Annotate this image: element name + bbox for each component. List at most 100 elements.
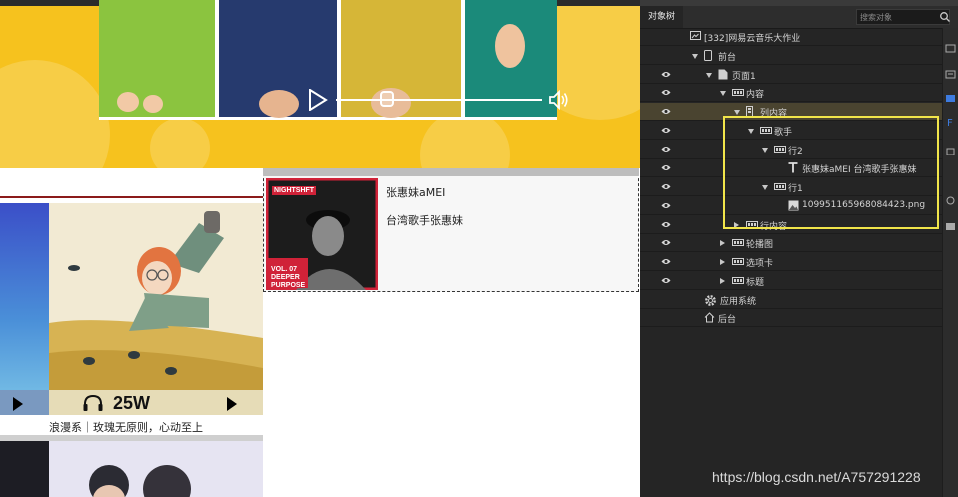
visibility-eye-icon[interactable] xyxy=(661,146,671,153)
visibility-eye-icon[interactable] xyxy=(661,89,671,96)
expand-arrow-down-icon[interactable] xyxy=(692,53,698,59)
tab-object-tree[interactable]: 对象树 xyxy=(640,6,684,28)
tree-row-label: 页面1 xyxy=(732,71,756,82)
tree-row-label: 行2 xyxy=(788,146,803,157)
play-icon[interactable] xyxy=(308,89,328,111)
section-divider xyxy=(0,196,263,198)
playlist-card-cover[interactable] xyxy=(0,441,49,497)
tree-row[interactable]: 应用系统 xyxy=(640,291,942,309)
music-player-controls xyxy=(300,86,580,114)
lock-icon[interactable] xyxy=(945,146,956,155)
expand-arrow-right-icon[interactable] xyxy=(720,259,725,265)
tree-row[interactable]: 前台 xyxy=(640,47,942,65)
tree-row[interactable]: 列内容 xyxy=(640,103,942,121)
properties-side-toolbar: F xyxy=(942,28,958,497)
expand-arrow-right-icon[interactable] xyxy=(720,240,725,247)
visibility-eye-icon[interactable] xyxy=(661,71,671,78)
visibility-eye-icon[interactable] xyxy=(661,221,671,228)
search-icon[interactable] xyxy=(939,11,951,23)
frame-icon xyxy=(774,145,786,156)
style-icon[interactable] xyxy=(945,94,956,103)
frame-icon xyxy=(732,239,744,249)
singer-name[interactable]: 张惠妹aMEI xyxy=(386,184,445,200)
tree-row-label: 标题 xyxy=(746,277,765,288)
visibility-eye-icon[interactable] xyxy=(661,202,671,209)
visibility-eye-icon[interactable] xyxy=(661,258,671,265)
expand-arrow-down-icon[interactable] xyxy=(762,185,768,190)
tree-row[interactable]: 歌手 xyxy=(640,122,942,140)
tree-row[interactable]: 内容 xyxy=(640,84,942,103)
album-label-bottom: VOL. 07 DEEPER PURPOSE xyxy=(271,266,306,289)
home-icon xyxy=(704,312,715,326)
tree-row-label: 轮播图 xyxy=(746,240,774,251)
play-icon[interactable] xyxy=(227,397,237,411)
expand-arrow-right-icon[interactable] xyxy=(734,221,739,228)
tree-row[interactable]: 张惠妹aMEI 台湾歌手张惠妹 xyxy=(640,159,942,178)
search-box[interactable] xyxy=(856,9,950,25)
visibility-eye-icon[interactable] xyxy=(661,108,671,115)
design-canvas[interactable]: 25W 浪漫系｜玫瑰无原则，心动至上 NIGHTSHFT VOL. 07 DEEP… xyxy=(0,0,640,497)
tree-row[interactable]: 行内容 xyxy=(640,216,942,234)
play-icon[interactable] xyxy=(13,397,23,411)
carousel-banner[interactable] xyxy=(0,0,640,168)
side-label[interactable]: F xyxy=(947,118,953,129)
tree-row-label: 应用系统 xyxy=(720,296,757,307)
playlist-card-cover[interactable] xyxy=(49,441,263,497)
panel-tabbar: 对象树 xyxy=(640,6,958,29)
tree-row-label: 歌手 xyxy=(774,127,793,138)
tree-row[interactable]: 行2 xyxy=(640,141,942,159)
playlist-card-cover[interactable] xyxy=(0,203,49,415)
section-gap xyxy=(0,168,263,196)
volume-icon[interactable] xyxy=(548,90,570,110)
play-count: 25W xyxy=(113,393,151,413)
events-icon[interactable] xyxy=(945,70,956,79)
visibility-eye-icon[interactable] xyxy=(661,164,671,171)
tree-row-label: 内容 xyxy=(746,90,765,101)
album-cover: NIGHTSHFT VOL. 07 DEEPER PURPOSE xyxy=(266,178,378,290)
frame-icon xyxy=(760,126,772,137)
layout-icon[interactable] xyxy=(945,44,956,53)
search-input[interactable] xyxy=(857,10,941,24)
playlist-card-cover[interactable] xyxy=(49,203,263,415)
seek-handle[interactable] xyxy=(379,91,394,107)
tree-row[interactable]: 行1 xyxy=(640,178,942,196)
frame-icon xyxy=(732,276,744,287)
tree-row[interactable]: 后台 xyxy=(640,309,942,328)
expand-arrow-right-icon[interactable] xyxy=(720,277,725,284)
frame-icon xyxy=(732,89,744,99)
expand-arrow-down-icon[interactable] xyxy=(734,110,740,115)
frame-icon xyxy=(732,258,744,268)
visibility-eye-icon[interactable] xyxy=(661,239,671,246)
tree-row[interactable]: 选项卡 xyxy=(640,253,942,271)
visibility-eye-icon[interactable] xyxy=(661,127,671,134)
expand-arrow-down-icon[interactable] xyxy=(762,147,768,153)
watermark: https://blog.csdn.net/A757291228 xyxy=(712,469,921,485)
device-icon xyxy=(704,49,712,64)
tree-row-label: 行内容 xyxy=(760,221,788,232)
data-icon[interactable] xyxy=(945,222,956,231)
text-icon xyxy=(788,162,798,176)
tree-row-label: 109951165968084423.png xyxy=(802,199,926,210)
singer-block-selected[interactable]: NIGHTSHFT VOL. 07 DEEPER PURPOSE xyxy=(263,168,639,292)
tree-row-label: 后台 xyxy=(718,315,737,326)
tree-row[interactable]: 页面1 xyxy=(640,66,942,84)
tree-row-label: 选项卡 xyxy=(746,259,774,269)
tree-row-label: 张惠妹aMEI 台湾歌手张惠妹 xyxy=(802,165,917,176)
tree-row[interactable]: 109951165968084423.png xyxy=(640,197,942,215)
singer-description[interactable]: 台湾歌手张惠妹 xyxy=(386,212,463,228)
tree-row[interactable]: 轮播图 xyxy=(640,234,942,253)
expand-arrow-down-icon[interactable] xyxy=(720,91,726,97)
expand-arrow-down-icon[interactable] xyxy=(706,72,712,78)
tree-row[interactable]: [332]网易云音乐大作业 xyxy=(640,28,942,46)
expand-arrow-down-icon[interactable] xyxy=(748,128,754,134)
visibility-eye-icon[interactable] xyxy=(661,183,671,190)
seek-bar[interactable] xyxy=(336,99,542,101)
headphone-icon xyxy=(83,394,103,411)
tree-row[interactable]: 标题 xyxy=(640,272,942,290)
target-icon[interactable] xyxy=(945,196,956,205)
image-icon xyxy=(788,200,799,214)
gear-icon xyxy=(704,294,717,310)
playlist-description[interactable]: 浪漫系｜玫瑰无原则，心动至上 xyxy=(49,419,263,435)
visibility-eye-icon[interactable] xyxy=(661,277,671,284)
page-icon xyxy=(718,69,728,83)
